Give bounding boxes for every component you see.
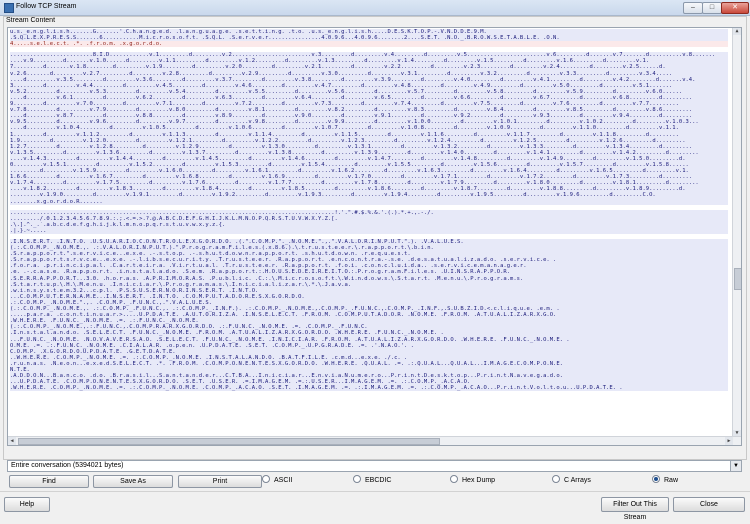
server-stream-line: v.2.6.......d.........v.2.7.........d...… — [10, 70, 728, 77]
server-stream-line: ....d.........v.3.5.........d.........v.… — [10, 76, 728, 83]
server-stream-line: 7.........d.......v.1.8........d........… — [10, 64, 728, 71]
close-window-button[interactable]: ✕ — [721, 2, 749, 14]
radio-hex-dump[interactable]: Hex Dump — [450, 475, 496, 485]
help-button[interactable]: Help — [4, 497, 50, 512]
group-label: Stream Content — [4, 17, 58, 24]
title-bar: Follow TCP Stream – □ ✕ — [0, 0, 750, 16]
radio-ebcdic-dot[interactable] — [353, 475, 361, 484]
server-stream-line: 1.........d.........v.1.1.2.........d...… — [10, 131, 728, 138]
window-title: Follow TCP Stream — [16, 3, 77, 10]
scroll-right-icon[interactable]: ▶ — [725, 437, 733, 445]
radio-raw[interactable]: Raw — [652, 475, 679, 485]
radio-raw-label: Raw — [664, 477, 679, 484]
server-stream-line: 1.2.7.........d.........v.1.2.8.........… — [10, 143, 728, 150]
save-as-button[interactable]: Save As — [93, 475, 173, 488]
minimize-button[interactable]: – — [683, 2, 703, 14]
stream-content-text[interactable]: u.s._e.n.g.l.i.s.h.......G.......'.C.h.a… — [7, 27, 742, 446]
radio-ascii-label: ASCII — [274, 477, 293, 484]
server-stream-line: v.1.3.5.........d.........v.1.3.6.......… — [10, 149, 728, 156]
horizontal-scroll-thumb[interactable] — [18, 438, 440, 445]
radio-ebcdic[interactable]: EBCDIC — [353, 475, 392, 485]
print-button[interactable]: Print — [178, 475, 262, 488]
radio-ascii-dot[interactable] — [262, 475, 270, 484]
radio-hex-dump-dot[interactable] — [450, 475, 458, 484]
radio-c-arrays[interactable]: C Arrays — [552, 475, 591, 485]
radio-ascii[interactable]: ASCII — [262, 475, 293, 485]
close-button[interactable]: Close — [673, 497, 745, 512]
stream-lines: u.s._e.n.g.l.i.s.h.......G.......'.C.h.a… — [10, 29, 728, 392]
server-stream-line: ....d.........v.1.0.4.........d.........… — [10, 125, 728, 132]
radio-hex-dump-label: Hex Dump — [462, 477, 496, 484]
radio-c-arrays-dot[interactable] — [552, 475, 560, 484]
radio-c-arrays-label: C Arrays — [564, 477, 591, 484]
radio-raw-dot[interactable] — [652, 475, 660, 484]
server-stream-line: 1.9.........d.........v.1.2.0.........d.… — [10, 137, 728, 144]
server-stream-line: 3.........d.........v.4.4.........d.....… — [10, 82, 728, 89]
vertical-scroll-thumb[interactable] — [734, 268, 741, 290]
app-icon — [4, 3, 14, 13]
scroll-up-icon[interactable]: ▲ — [733, 28, 741, 35]
vertical-scrollbar[interactable]: ▲ ▼ — [732, 28, 741, 437]
find-button[interactable]: Find — [9, 475, 89, 488]
server-stream-line: .W.H.E.R.E. .C.O.M.P._.N.O.M.E. .=. .:.C… — [10, 385, 728, 392]
chevron-down-icon[interactable]: ▼ — [730, 461, 741, 471]
footer-divider — [0, 491, 750, 492]
radio-ebcdic-label: EBCDIC — [365, 477, 392, 484]
conversation-select-value: Entire conversation (5394021 bytes) — [11, 462, 124, 469]
maximize-button[interactable]: □ — [702, 2, 722, 14]
scroll-left-icon[interactable]: ◀ — [8, 437, 16, 445]
filter-out-stream-button[interactable]: Filter Out This Stream — [601, 497, 669, 521]
conversation-select[interactable]: Entire conversation (5394021 bytes) ▼ — [7, 460, 742, 472]
horizontal-scrollbar[interactable]: ◀ ▶ — [8, 436, 741, 445]
server-stream-line: .........v.1.9.0.........d.........v.1.9… — [10, 192, 728, 199]
